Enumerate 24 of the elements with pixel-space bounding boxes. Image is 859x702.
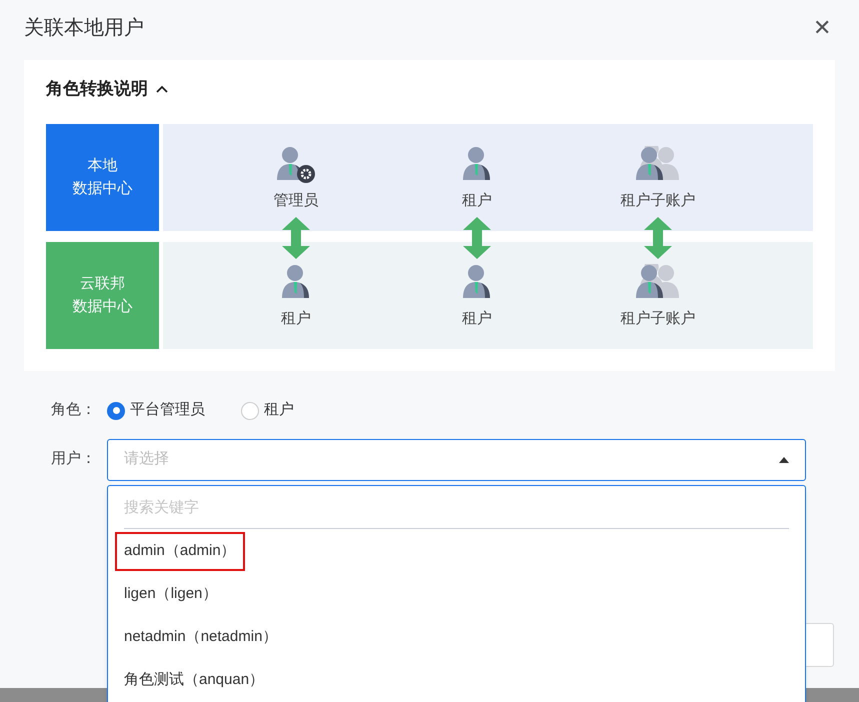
user-option[interactable]: ligen（ligen） bbox=[124, 583, 218, 606]
role-label: 角色： bbox=[51, 400, 97, 420]
search-field[interactable]: 搜索关键字 bbox=[124, 486, 789, 529]
user-option[interactable]: netadmin（netadmin） bbox=[124, 626, 278, 649]
role-label: 租户 bbox=[462, 309, 492, 329]
datacenter-label: 云联邦 数据中心 bbox=[46, 242, 159, 348]
role-label: 管理员 bbox=[274, 191, 318, 211]
datacenter-label: 本地 数据中心 bbox=[46, 124, 159, 230]
role-label: 租户 bbox=[462, 191, 492, 211]
collapse-caret-icon[interactable] bbox=[156, 84, 168, 93]
role-label: 租户子账户 bbox=[620, 191, 696, 211]
section-title: 角色转换说明 bbox=[46, 78, 148, 100]
role-radio[interactable]: 平台管理员 bbox=[107, 399, 205, 422]
role-label: 租户 bbox=[281, 309, 311, 329]
user-option[interactable]: 角色测试（anquan） bbox=[124, 669, 264, 692]
user-option[interactable]: admin（admin） bbox=[115, 532, 245, 571]
double-arrow-icon bbox=[643, 216, 673, 258]
user-label: 用户： bbox=[51, 449, 97, 470]
double-arrow-icon bbox=[462, 216, 492, 258]
double-arrow-icon bbox=[281, 216, 311, 258]
role-label: 租户子账户 bbox=[620, 309, 696, 329]
caret-icon bbox=[779, 456, 789, 462]
role-radio[interactable]: 租户 bbox=[241, 399, 294, 422]
dialog-title: 关联本地用户 bbox=[24, 16, 144, 41]
